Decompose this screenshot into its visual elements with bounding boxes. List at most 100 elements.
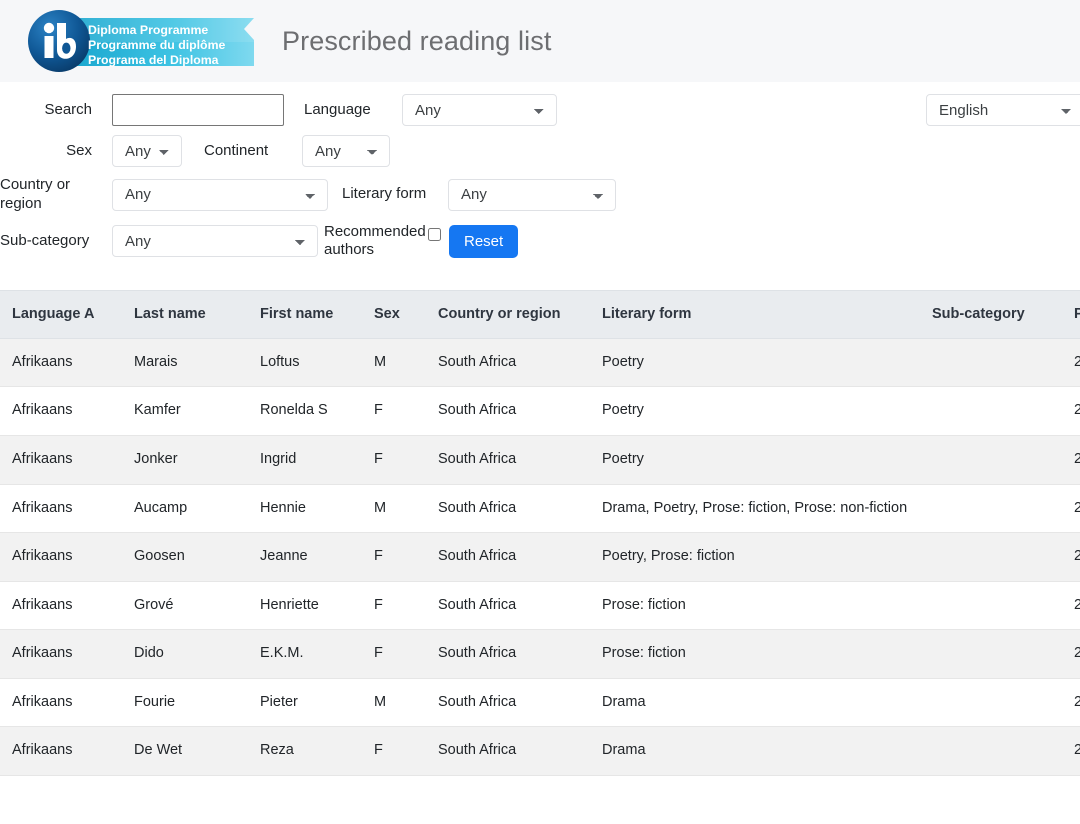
cell-period: 20-21 (1064, 484, 1080, 533)
filter-row-subcategory: Sub-category Any Recommended authors Res… (0, 223, 1080, 261)
cell-first-name: Hennie (250, 484, 364, 533)
table-row[interactable]: AfrikaansGoosenJeanneFSouth AfricaPoetry… (0, 533, 1080, 582)
filter-row-sex: Sex Any Continent Any (0, 135, 1080, 167)
cell-literary-form: Prose: fiction (592, 581, 922, 630)
filter-panel: English Search Language Any Sex Any Cont… (0, 82, 1080, 277)
cell-sex: F (364, 630, 428, 679)
cell-period: 20-21 (1064, 678, 1080, 727)
column-header-period[interactable]: Period (1064, 291, 1080, 339)
table-row[interactable]: AfrikaansMaraisLoftusMSouth AfricaPoetry… (0, 338, 1080, 387)
column-header-country-or-region[interactable]: Country or region (428, 291, 592, 339)
table-header-row: Language A Last name First name Sex Coun… (0, 291, 1080, 339)
cell-literary-form: Poetry (592, 338, 922, 387)
column-header-first-name[interactable]: First name (250, 291, 364, 339)
literary-form-select[interactable]: Any (448, 179, 616, 211)
sub-category-select[interactable]: Any (112, 225, 318, 257)
column-header-sex[interactable]: Sex (364, 291, 428, 339)
table-row[interactable]: AfrikaansJonkerIngridFSouth AfricaPoetry… (0, 435, 1080, 484)
recommended-authors-label: Recommended authors (324, 223, 428, 261)
cell-first-name: Henriette (250, 581, 364, 630)
cell-literary-form: Poetry (592, 435, 922, 484)
cell-sub-category (922, 630, 1064, 679)
cell-country: South Africa (428, 484, 592, 533)
cell-country: South Africa (428, 581, 592, 630)
table-body: AfrikaansMaraisLoftusMSouth AfricaPoetry… (0, 338, 1080, 775)
cell-period: 20-21 (1064, 727, 1080, 776)
cell-period: 21 (1064, 338, 1080, 387)
cell-language: Afrikaans (0, 727, 124, 776)
logo-line-2: Programme du diplôme (88, 38, 225, 52)
interface-language-select[interactable]: English (926, 94, 1080, 126)
cell-language: Afrikaans (0, 435, 124, 484)
table-head: Language A Last name First name Sex Coun… (0, 291, 1080, 339)
cell-literary-form: Poetry, Prose: fiction (592, 533, 922, 582)
cell-sex: M (364, 678, 428, 727)
cell-sex: F (364, 533, 428, 582)
cell-sub-category (922, 387, 1064, 436)
column-header-literary-form[interactable]: Literary form (592, 291, 922, 339)
filter-row-search: Search Language Any (0, 94, 1080, 126)
country-select[interactable]: Any (112, 179, 328, 211)
sub-category-label: Sub-category (0, 232, 92, 251)
sex-label: Sex (0, 142, 92, 161)
column-header-sub-category[interactable]: Sub-category (922, 291, 1064, 339)
cell-literary-form: Drama, Poetry, Prose: fiction, Prose: no… (592, 484, 922, 533)
cell-first-name: Reza (250, 727, 364, 776)
cell-sub-category (922, 533, 1064, 582)
cell-first-name: Ingrid (250, 435, 364, 484)
cell-country: South Africa (428, 338, 592, 387)
cell-country: South Africa (428, 727, 592, 776)
table-row[interactable]: AfrikaansFouriePieterMSouth AfricaDrama2… (0, 678, 1080, 727)
column-header-last-name[interactable]: Last name (124, 291, 250, 339)
cell-country: South Africa (428, 533, 592, 582)
column-header-language-a[interactable]: Language A (0, 291, 124, 339)
literary-form-label: Literary form (342, 185, 438, 204)
cell-last-name: Goosen (124, 533, 250, 582)
cell-period: 20-21 (1064, 533, 1080, 582)
cell-country: South Africa (428, 678, 592, 727)
reset-button[interactable]: Reset (449, 225, 518, 258)
page-title: Prescribed reading list (282, 26, 551, 57)
sex-select[interactable]: Any (112, 135, 182, 167)
table-row[interactable]: AfrikaansKamferRonelda SFSouth AfricaPoe… (0, 387, 1080, 436)
search-input[interactable] (112, 94, 284, 126)
cell-period: 21 (1064, 387, 1080, 436)
language-select[interactable]: Any (402, 94, 557, 126)
recommended-authors-checkbox[interactable] (428, 228, 441, 241)
cell-last-name: Fourie (124, 678, 250, 727)
cell-first-name: Loftus (250, 338, 364, 387)
cell-sex: M (364, 338, 428, 387)
cell-language: Afrikaans (0, 630, 124, 679)
cell-language: Afrikaans (0, 484, 124, 533)
logo-line-1: Diploma Programme (88, 23, 208, 37)
cell-country: South Africa (428, 630, 592, 679)
cell-last-name: Kamfer (124, 387, 250, 436)
table-row[interactable]: AfrikaansDidoE.K.M.FSouth AfricaProse: f… (0, 630, 1080, 679)
cell-first-name: Pieter (250, 678, 364, 727)
cell-language: Afrikaans (0, 387, 124, 436)
cell-sex: F (364, 435, 428, 484)
cell-period: 20 (1064, 581, 1080, 630)
cell-sub-category (922, 338, 1064, 387)
cell-last-name: Jonker (124, 435, 250, 484)
cell-country: South Africa (428, 435, 592, 484)
cell-sub-category (922, 727, 1064, 776)
cell-last-name: Dido (124, 630, 250, 679)
search-label: Search (0, 101, 92, 120)
cell-language: Afrikaans (0, 533, 124, 582)
cell-period: 20-21 (1064, 630, 1080, 679)
cell-last-name: Marais (124, 338, 250, 387)
cell-first-name: E.K.M. (250, 630, 364, 679)
cell-sub-category (922, 435, 1064, 484)
cell-language: Afrikaans (0, 678, 124, 727)
cell-language: Afrikaans (0, 581, 124, 630)
cell-literary-form: Drama (592, 727, 922, 776)
cell-literary-form: Poetry (592, 387, 922, 436)
continent-select[interactable]: Any (302, 135, 390, 167)
table-row[interactable]: AfrikaansGrovéHenrietteFSouth AfricaPros… (0, 581, 1080, 630)
cell-period: 20 (1064, 435, 1080, 484)
cell-sex: M (364, 484, 428, 533)
cell-last-name: De Wet (124, 727, 250, 776)
table-row[interactable]: AfrikaansAucampHennieMSouth AfricaDrama,… (0, 484, 1080, 533)
table-row[interactable]: AfrikaansDe WetRezaFSouth AfricaDrama20-… (0, 727, 1080, 776)
